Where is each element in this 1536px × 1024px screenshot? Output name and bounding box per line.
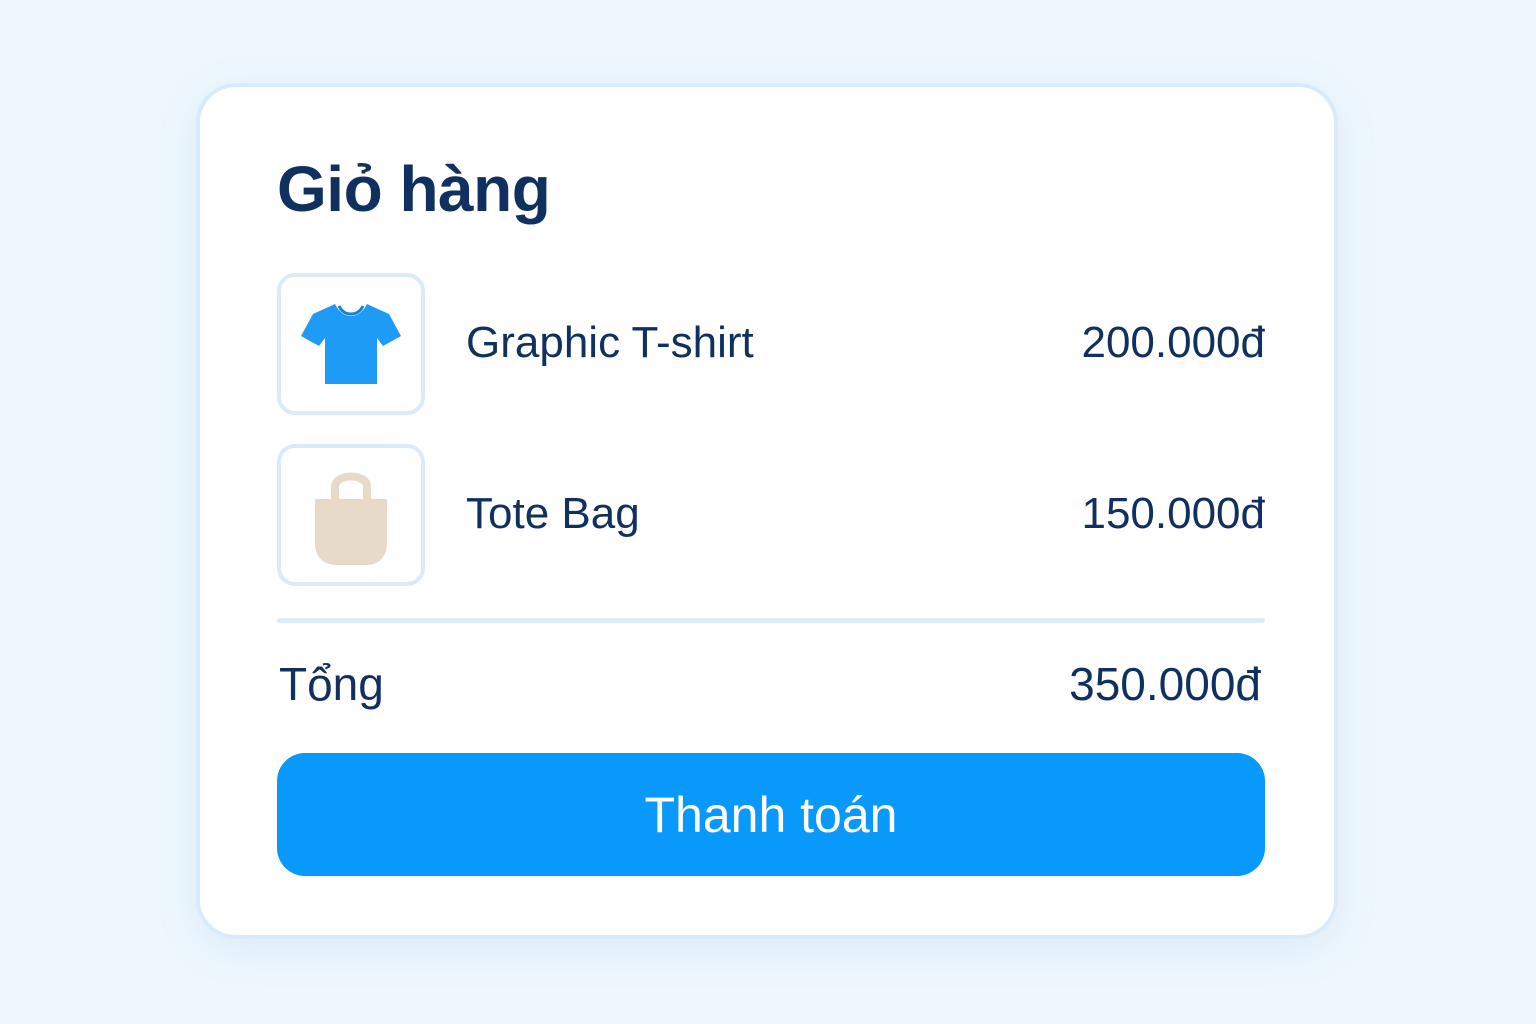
tote-bag-icon: [315, 472, 387, 565]
total-value: 350.000đ: [1069, 658, 1261, 710]
checkout-button[interactable]: Thanh toán: [277, 753, 1265, 876]
cart-card: Giỏ hàng Graphic T-shirt 200.000đ Tote B…: [196, 83, 1338, 939]
item-price: 150.000đ: [1081, 489, 1265, 538]
product-thumbnail[interactable]: [277, 444, 425, 586]
total-label: Tổng: [279, 658, 384, 710]
item-name: Graphic T-shirt: [466, 318, 754, 367]
product-thumbnail[interactable]: [277, 273, 425, 415]
item-price: 200.000đ: [1081, 318, 1265, 367]
divider: [277, 618, 1265, 623]
tshirt-icon: [301, 304, 401, 384]
cart-item[interactable]: Tote Bag 150.000đ: [277, 444, 1265, 586]
cart-title: Giỏ hàng: [277, 153, 551, 225]
cart-item[interactable]: Graphic T-shirt 200.000đ: [277, 273, 1265, 415]
item-name: Tote Bag: [466, 489, 640, 538]
